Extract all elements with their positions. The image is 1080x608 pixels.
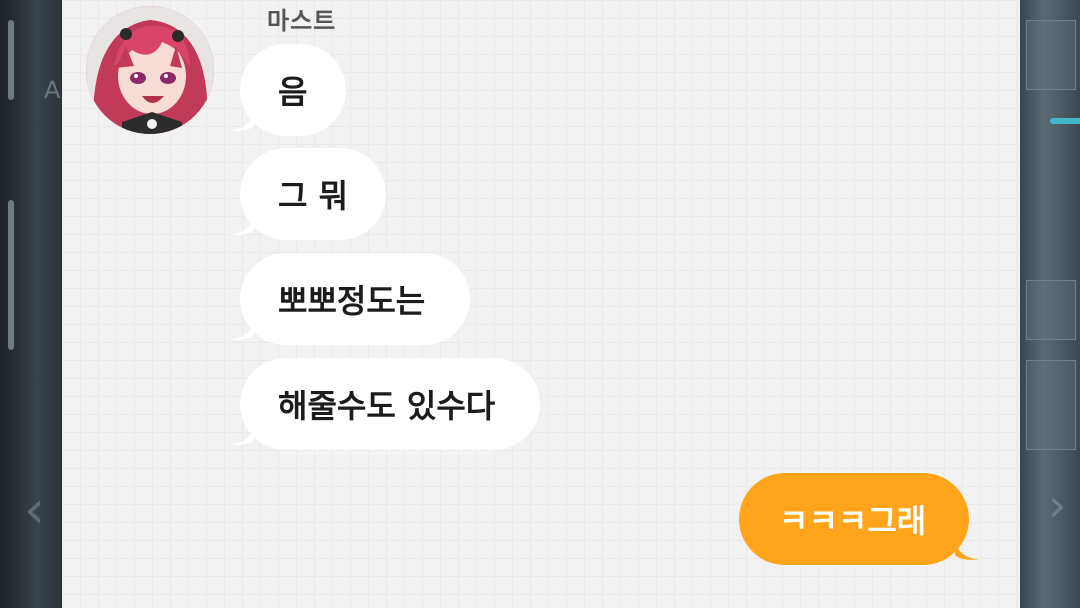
background-letter: A — [44, 76, 61, 104]
sender-avatar[interactable] — [86, 6, 214, 134]
message-text: 음 — [278, 73, 308, 111]
background-stripe — [8, 200, 14, 350]
message-text: 뽀뽀정도는 — [278, 282, 426, 320]
incoming-message-bubble[interactable]: 뽀뽀정도는 — [230, 253, 470, 345]
message-text: 그 뭐 — [278, 177, 349, 215]
message-text: 해줄수도 있수다 — [278, 387, 496, 425]
background-panel — [1026, 20, 1076, 90]
bubble-tail-icon — [230, 218, 254, 235]
sender-name: 마스트 — [267, 7, 337, 35]
game-background-left: A ‹ — [0, 0, 62, 608]
left-arrow-icon: ‹ — [24, 480, 45, 540]
background-stripe — [8, 20, 14, 100]
bubble-tail-icon — [230, 323, 254, 340]
chat-panel: 마스트 음 그 뭐 뽀뽀정도는 해줄수도 있수다 ㅋㅋㅋ그래 — [62, 0, 1020, 608]
background-glow-light — [1050, 118, 1080, 124]
message-text: ㅋㅋㅋ그래 — [779, 502, 927, 540]
game-background-right: › — [1020, 0, 1080, 608]
background-panel — [1026, 280, 1076, 340]
incoming-message-bubble[interactable]: 해줄수도 있수다 — [230, 358, 540, 450]
outgoing-message-bubble[interactable]: ㅋㅋㅋ그래 — [739, 473, 979, 565]
right-arrow-icon: › — [1048, 478, 1067, 532]
avatar-image — [86, 6, 214, 134]
bubble-tail-icon — [230, 114, 254, 131]
incoming-message-bubble[interactable]: 음 — [230, 44, 346, 136]
incoming-message-bubble[interactable]: 그 뭐 — [230, 148, 386, 240]
bubble-tail-icon — [230, 428, 254, 445]
bubble-tail-icon — [955, 543, 979, 560]
background-panel — [1026, 360, 1076, 450]
